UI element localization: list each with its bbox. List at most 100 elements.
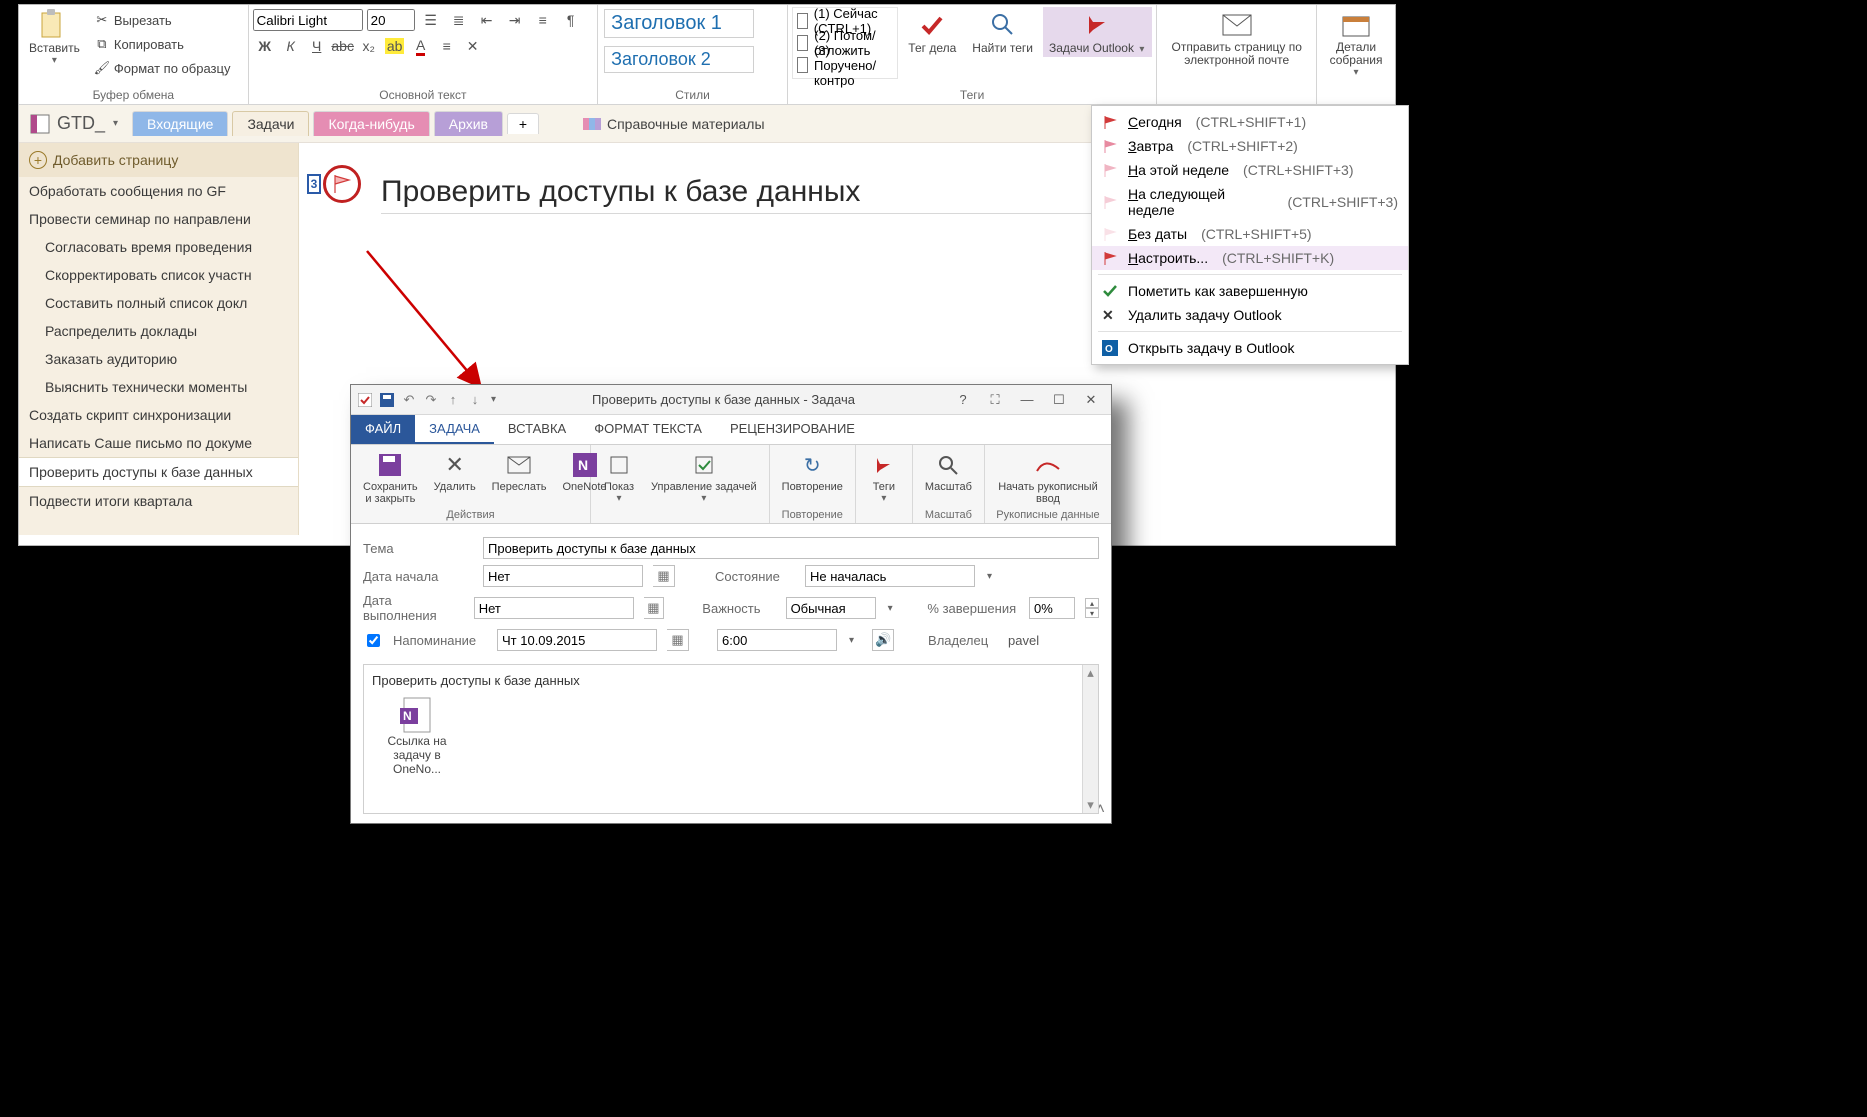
line-spacing-button[interactable]: ≡ xyxy=(435,35,459,57)
page-list-item[interactable]: Проверить доступы к базе данных xyxy=(19,457,298,487)
subscript-button[interactable]: x₂ xyxy=(357,35,381,57)
recurrence-button[interactable]: ↻Повторение xyxy=(776,447,849,495)
previous-icon[interactable]: ↑ xyxy=(445,392,461,408)
status-select[interactable] xyxy=(805,565,975,587)
page-list-item[interactable]: Написать Саше письмо по докуме xyxy=(19,429,298,457)
delete-button[interactable]: ✕Удалить xyxy=(428,447,482,495)
help-button[interactable]: ? xyxy=(949,389,977,411)
undo-icon[interactable]: ↶ xyxy=(401,392,417,408)
chevron-down-icon[interactable]: ▾ xyxy=(985,571,994,582)
close-button[interactable]: ✕ xyxy=(1077,389,1105,411)
tags-button-ol[interactable]: Теги▾ xyxy=(862,447,906,506)
onenote-link-attachment[interactable]: N Ссылка на задачу в OneNo... xyxy=(372,696,462,776)
dropdown-flag-item[interactable]: Завтра(CTRL+SHIFT+2) xyxy=(1092,134,1408,158)
outdent-button[interactable]: ⇤ xyxy=(475,9,499,31)
numbering-button[interactable]: ≣ xyxy=(447,9,471,31)
forward-button[interactable]: Переслать xyxy=(486,447,553,495)
redo-icon[interactable]: ↷ xyxy=(423,392,439,408)
scrollbar[interactable]: ▴ ▾ xyxy=(1082,665,1098,813)
italic-button[interactable]: К xyxy=(279,35,303,57)
tab-insert[interactable]: ВСТАВКА xyxy=(494,415,580,444)
page-list-item[interactable]: Подвести итоги квартала xyxy=(19,487,298,515)
highlight-button[interactable]: ab xyxy=(383,35,407,57)
tab-file[interactable]: ФАЙЛ xyxy=(351,415,415,444)
save-close-button[interactable]: Сохранить и закрыть xyxy=(357,447,424,507)
outlook-tasks-button[interactable]: Задачи Outlook ▾ xyxy=(1043,7,1152,57)
page-flag-marker[interactable]: 3 xyxy=(307,165,361,203)
style-heading2[interactable]: Заголовок 2 xyxy=(604,46,754,73)
percent-spinner[interactable]: ▴▾ xyxy=(1085,598,1099,618)
font-color-button[interactable]: A xyxy=(409,35,433,57)
save-icon[interactable] xyxy=(379,392,395,408)
dropdown-flag-item[interactable]: Сегодня(CTRL+SHIFT+1) xyxy=(1092,110,1408,134)
style-heading1[interactable]: Заголовок 1 xyxy=(604,9,754,38)
page-list-item[interactable]: Создать скрипт синхронизации xyxy=(19,401,298,429)
indent-button[interactable]: ⇥ xyxy=(503,9,527,31)
dropdown-flag-item[interactable]: На этой неделе(CTRL+SHIFT+3) xyxy=(1092,158,1408,182)
next-icon[interactable]: ↓ xyxy=(467,392,483,408)
tab-review[interactable]: РЕЦЕНЗИРОВАНИЕ xyxy=(716,415,869,444)
dropdown-mark-complete[interactable]: Пометить как завершенную xyxy=(1092,279,1408,303)
reminder-date-input[interactable] xyxy=(497,629,657,651)
section-tab-inbox[interactable]: Входящие xyxy=(132,111,228,136)
cut-button[interactable]: ✂ Вырезать xyxy=(90,9,235,31)
ink-button[interactable]: Начать рукописный ввод xyxy=(991,447,1105,507)
font-size-select[interactable] xyxy=(367,9,415,31)
page-list-item[interactable]: Выяснить технически моменты xyxy=(19,373,298,401)
meeting-details-button[interactable]: Детали собрания▾ xyxy=(1321,7,1391,80)
chevron-down-icon[interactable]: ▾ xyxy=(847,635,856,646)
dropdown-delete-task[interactable]: ✕ Удалить задачу Outlook xyxy=(1092,303,1408,327)
page-list-item[interactable]: Составить полный список докл xyxy=(19,289,298,317)
bullets-button[interactable]: ☰ xyxy=(419,9,443,31)
section-group-reference[interactable]: Справочные материалы xyxy=(583,116,765,132)
email-page-button[interactable]: Отправить страницу по электронной почте xyxy=(1161,7,1312,69)
percent-input[interactable] xyxy=(1029,597,1075,619)
subject-input[interactable] xyxy=(483,537,1099,559)
start-date-input[interactable] xyxy=(483,565,643,587)
dropdown-open-outlook[interactable]: O Открыть задачу в Outlook xyxy=(1092,336,1408,360)
sound-icon[interactable]: 🔊 xyxy=(872,629,894,651)
dropdown-flag-item[interactable]: Без даты(CTRL+SHIFT+5) xyxy=(1092,222,1408,246)
reminder-time-input[interactable] xyxy=(717,629,837,651)
strike-button[interactable]: abc xyxy=(331,35,355,57)
dropdown-flag-item[interactable]: На следующей неделе(CTRL+SHIFT+3) xyxy=(1092,182,1408,222)
section-tab-add[interactable]: + xyxy=(507,113,539,134)
tag-number-box[interactable]: 3 xyxy=(307,174,321,194)
paste-button[interactable]: Вставить ▾ xyxy=(23,7,86,68)
priority-select[interactable] xyxy=(786,597,876,619)
underline-button[interactable]: Ч xyxy=(305,35,329,57)
section-tab-tasks[interactable]: Задачи xyxy=(232,111,309,136)
tab-task[interactable]: ЗАДАЧА xyxy=(415,415,494,444)
section-tab-someday[interactable]: Когда-нибудь xyxy=(313,111,429,136)
reminder-checkbox[interactable] xyxy=(367,634,380,647)
due-date-input[interactable] xyxy=(474,597,634,619)
chevron-down-icon[interactable]: ▾ xyxy=(886,603,895,614)
font-name-select[interactable] xyxy=(253,9,363,31)
flag-icon-circle[interactable] xyxy=(323,165,361,203)
manage-task-button[interactable]: Управление задачей▾ xyxy=(645,447,763,506)
clear-format-button[interactable]: ✕ xyxy=(461,35,485,57)
tags-gallery[interactable]: (1) Сейчас (CTRL+1) (2) Потом/отложить (… xyxy=(792,7,898,79)
dropdown-flag-item[interactable]: Настроить...(CTRL+SHIFT+K) xyxy=(1092,246,1408,270)
page-list-item[interactable]: Заказать аудиторию xyxy=(19,345,298,373)
find-tags-button[interactable]: Найти теги xyxy=(966,7,1039,57)
paragraph-button[interactable]: ¶ xyxy=(559,9,583,31)
page-list-item[interactable]: Распределить доклады xyxy=(19,317,298,345)
add-page-button[interactable]: + Добавить страницу xyxy=(19,143,298,177)
page-list-item[interactable]: Согласовать время проведения xyxy=(19,233,298,261)
tag-item-3[interactable]: (3) Поручено/контро xyxy=(795,54,895,76)
tab-format[interactable]: ФОРМАТ ТЕКСТА xyxy=(580,415,716,444)
calendar-icon[interactable]: ▦ xyxy=(653,565,675,587)
calendar-icon[interactable]: ▦ xyxy=(667,629,689,651)
section-tab-archive[interactable]: Архив xyxy=(434,111,503,136)
tag-task-button[interactable]: Тег дела xyxy=(902,7,962,57)
maximize-button[interactable]: ☐ xyxy=(1045,389,1073,411)
format-painter-button[interactable]: 🖌 Формат по образцу xyxy=(90,57,235,79)
calendar-icon[interactable]: ▦ xyxy=(644,597,664,619)
task-body[interactable]: Проверить доступы к базе данных N Ссылка… xyxy=(363,664,1099,814)
zoom-button[interactable]: Масштаб xyxy=(919,447,978,495)
page-list-item[interactable]: Провести семинар по направлени xyxy=(19,205,298,233)
bold-button[interactable]: Ж xyxy=(253,35,277,57)
minimize-button[interactable]: — xyxy=(1013,389,1041,411)
show-button[interactable]: Показ▾ xyxy=(597,447,641,506)
